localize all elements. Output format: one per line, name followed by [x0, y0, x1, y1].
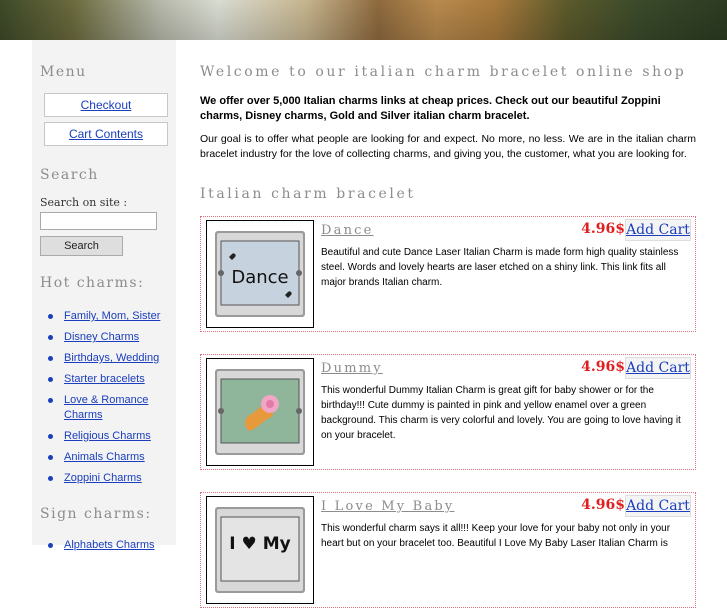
bullet-icon [48, 356, 53, 361]
product-name-link[interactable]: I Love My Baby [321, 499, 454, 514]
add-cart-button[interactable]: Add Cart [625, 495, 691, 517]
bullet-icon [48, 543, 53, 548]
search-heading: Search [40, 167, 99, 183]
bullet-icon [48, 314, 53, 319]
product-image[interactable]: Dance [206, 220, 314, 328]
product-description: Beautiful and cute Dance Laser Italian C… [321, 247, 679, 288]
bullet-icon [48, 476, 53, 481]
bullet-icon [48, 434, 53, 439]
intro-bold-text: We offer over 5,000 Italian charms links… [200, 95, 661, 122]
hot-charms-heading: Hot charms: [40, 275, 145, 291]
bullet-icon [48, 398, 53, 403]
section-heading: Italian charm bracelet [200, 186, 416, 202]
add-cart-button[interactable]: Add Cart [625, 219, 691, 241]
page-title: Welcome to our italian charm bracelet on… [200, 64, 687, 80]
product-image-label: Dance [231, 267, 288, 288]
product-image[interactable]: I ♥ My [206, 496, 314, 604]
product-card: I ♥ My I Love My Baby 4.96$ Add Cart Thi… [200, 492, 696, 608]
product-image-label: I ♥ My [229, 534, 290, 554]
product-price: 4.96$ [581, 497, 625, 513]
product-description: This wonderful Dummy Italian Charm is gr… [321, 385, 681, 441]
product-description: This wonderful charm says it all!!! Keep… [321, 523, 671, 549]
bullet-icon [48, 455, 53, 460]
product-card: Dummy 4.96$ Add Cart This wonderful Dumm… [200, 354, 696, 470]
intro-text: Our goal is to offer what people are loo… [200, 133, 696, 160]
bullet-icon [48, 377, 53, 382]
search-input[interactable] [40, 212, 157, 230]
checkout-button[interactable]: Checkout [44, 93, 168, 117]
menu-heading: Menu [40, 64, 87, 80]
product-price: 4.96$ [581, 221, 625, 237]
cart-contents-button[interactable]: Cart Contents [44, 122, 168, 146]
product-name-link[interactable]: Dummy [321, 361, 383, 376]
product-card: Dance Dance 4.96$ Add Cart Beautiful and… [200, 216, 696, 332]
product-image[interactable] [206, 358, 314, 466]
bullet-icon [48, 335, 53, 340]
search-label: Search on site : [40, 196, 128, 209]
header-banner [0, 0, 727, 40]
search-button[interactable]: Search [40, 236, 123, 256]
sign-charms-heading: Sign charms: [40, 506, 152, 522]
add-cart-button[interactable]: Add Cart [625, 357, 691, 379]
product-name-link[interactable]: Dance [321, 223, 374, 238]
product-price: 4.96$ [581, 359, 625, 375]
